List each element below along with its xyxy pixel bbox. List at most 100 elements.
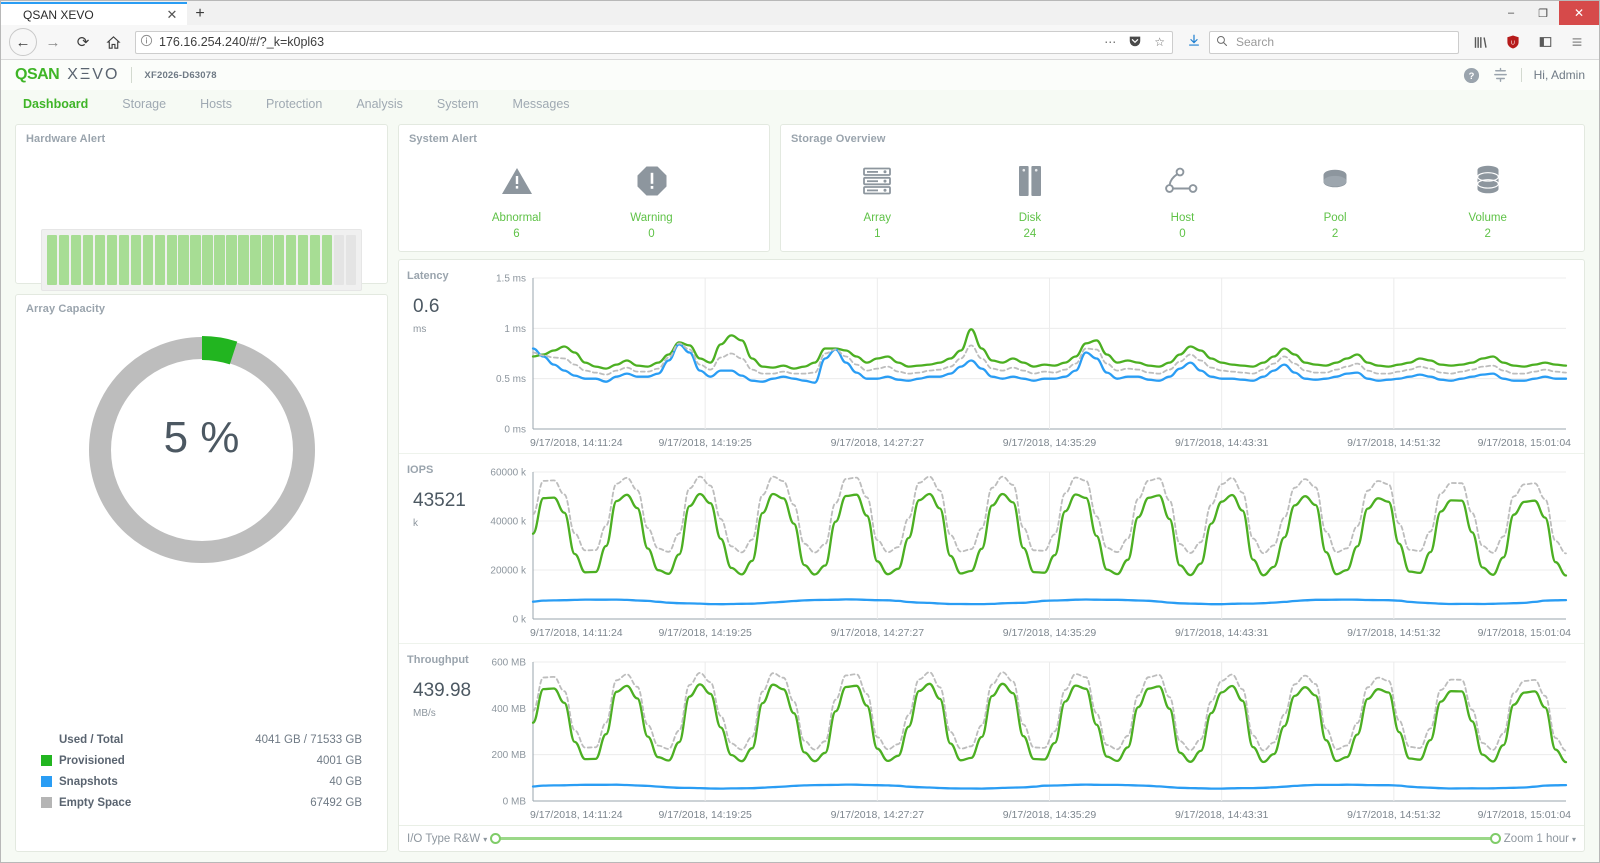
disk-bay[interactable] (166, 235, 177, 285)
disk-bay[interactable] (309, 235, 321, 285)
latency-chart-panel: Latency 0.6 ms 0 ms 0.5 ms 1 ms 1.5 ms 9/17/… (399, 260, 1584, 453)
tab-hosts[interactable]: Hosts (183, 90, 249, 118)
browser-tab[interactable]: QSAN XEVO ✕ (1, 2, 187, 25)
new-tab-button[interactable]: + (187, 3, 213, 25)
sidebar-icon[interactable] (1531, 28, 1559, 56)
pool-icon (1318, 159, 1352, 203)
stat-volume[interactable]: Volume 2 (1442, 159, 1534, 240)
tab-analysis[interactable]: Analysis (339, 90, 420, 118)
disk-bay[interactable] (333, 235, 345, 285)
tab-system[interactable]: System (420, 90, 496, 118)
stat-label: Abnormal (491, 212, 542, 224)
stat-disk[interactable]: Disk 24 (984, 159, 1076, 240)
disk-bay[interactable] (262, 235, 273, 285)
disk-bay[interactable] (190, 235, 201, 285)
disk-bay[interactable] (214, 235, 225, 285)
hardware-alert-card: Hardware Alert (15, 124, 388, 291)
disk-bay[interactable] (238, 235, 249, 285)
disk-enclosure (41, 229, 362, 291)
addon-shield-icon[interactable]: U (1499, 28, 1527, 56)
tab-dashboard[interactable]: Dashboard (15, 90, 105, 118)
back-icon[interactable]: ← (9, 28, 37, 56)
disk-bay[interactable] (298, 235, 309, 285)
stat-host[interactable]: Host 0 (1136, 159, 1228, 240)
tab-messages[interactable]: Messages (496, 90, 587, 118)
io-type-dropdown[interactable]: I/O Type R&W ▾ (407, 833, 487, 845)
library-icon[interactable] (1467, 28, 1495, 56)
menu-icon[interactable]: ≡ (1563, 28, 1591, 56)
disk-bay[interactable] (274, 235, 285, 285)
disk-bay[interactable] (154, 235, 165, 285)
disk-bay[interactable] (321, 235, 333, 285)
home-icon[interactable] (99, 28, 127, 56)
stat-array[interactable]: Array 1 (831, 159, 923, 240)
disk-bay[interactable] (47, 235, 58, 285)
system-alert-title: System Alert (409, 133, 478, 145)
minimize-button[interactable]: – (1495, 1, 1527, 25)
disk-bay[interactable] (94, 235, 106, 285)
disk-bay[interactable] (82, 235, 94, 285)
disk-bay[interactable] (178, 235, 189, 285)
stat-value: 0 (1179, 228, 1186, 240)
forward-icon[interactable]: → (39, 28, 67, 56)
brand-qsan: QSAN (15, 66, 60, 83)
download-icon[interactable] (1181, 33, 1207, 51)
help-icon[interactable]: ? (1463, 67, 1480, 84)
reload-icon[interactable]: ⟳ (69, 28, 97, 56)
svg-text:9/17/2018, 14:35:29: 9/17/2018, 14:35:29 (1003, 437, 1097, 449)
disk-bay[interactable] (226, 235, 237, 285)
stat-pool[interactable]: Pool 2 (1289, 159, 1381, 240)
slider-handle-right[interactable] (1489, 833, 1501, 844)
url-bar[interactable]: 176.16.254.240/#/?_k=k0pl63 ⋯ ☆ (135, 30, 1173, 54)
settings-icon[interactable] (1492, 67, 1509, 84)
tab-protection[interactable]: Protection (249, 90, 339, 118)
divider (1520, 68, 1522, 82)
throughput-chart[interactable]: 0 MB 200 MB 400 MB 600 MB 9/17/2018, 14:11:2… (471, 644, 1584, 825)
info-icon[interactable] (140, 34, 153, 50)
url-text: 176.16.254.240/#/?_k=k0pl63 (159, 35, 325, 49)
disk-bay[interactable] (202, 235, 213, 285)
disk-bay[interactable] (130, 235, 142, 285)
io-type-label: I/O Type R&W (407, 832, 481, 845)
stat-abnormal[interactable]: Abnormal 6 (471, 159, 563, 240)
disk-bay[interactable] (106, 235, 118, 285)
disk-bay[interactable] (142, 235, 153, 285)
pocket-icon[interactable] (1125, 34, 1145, 51)
main-nav-tabs: Dashboard Storage Hosts Protection Analy… (1, 90, 1599, 118)
disk-bay[interactable] (58, 235, 70, 285)
user-greeting[interactable]: Hi, Admin (1534, 68, 1585, 82)
page-actions-icon[interactable]: ⋯ (1101, 35, 1119, 49)
svg-text:U: U (1511, 40, 1515, 46)
throughput-value: 439.98 (413, 680, 472, 701)
throughput-chart-panel: Throughput 439.98 MB/s 0 MB 200 MB 400 MB 6… (399, 643, 1584, 825)
throughput-title: Throughput (407, 654, 469, 666)
close-window-button[interactable]: ✕ (1559, 1, 1599, 25)
performance-charts-card: Latency 0.6 ms 0 ms 0.5 ms 1 ms 1.5 ms 9/17/… (398, 259, 1585, 852)
stat-label: Volume (1468, 212, 1507, 224)
svg-text:9/17/2018, 14:11:24: 9/17/2018, 14:11:24 (530, 437, 623, 449)
bookmark-star-icon[interactable]: ☆ (1151, 35, 1168, 49)
disk-bay[interactable] (286, 235, 297, 285)
search-input[interactable] (1234, 34, 1452, 50)
search-bar[interactable] (1209, 30, 1459, 54)
tab-storage[interactable]: Storage (105, 90, 183, 118)
disk-bay[interactable] (345, 235, 357, 285)
close-icon[interactable]: ✕ (165, 8, 179, 22)
stat-warning[interactable]: Warning 0 (606, 159, 698, 240)
svg-text:9/17/2018, 14:51:32: 9/17/2018, 14:51:32 (1347, 437, 1441, 449)
iops-summary: IOPS 43521 k (399, 454, 471, 643)
zoom-dropdown[interactable]: Zoom 1 hour ▾ (1504, 833, 1576, 845)
disk-bay[interactable] (70, 235, 82, 285)
slider-handle-left[interactable] (490, 833, 502, 844)
disk-icon (1015, 159, 1045, 203)
capacity-legend: Used / Total 4041 GB / 71533 GB Provisione… (41, 729, 362, 813)
iops-chart[interactable]: 0 k 20000 k 40000 k 60000 k 9/17/2018, 14:11… (471, 454, 1584, 643)
storage-overview-items: Array 1 Disk 24 Host 0 Pool 2 Volume 2 (781, 145, 1584, 240)
chart-footer: I/O Type R&W ▾ Zoom 1 hour ▾ (399, 825, 1584, 851)
disk-bay[interactable] (118, 235, 130, 285)
latency-chart[interactable]: 0 ms 0.5 ms 1 ms 1.5 ms 9/17/2018, 14:11:24 9… (471, 260, 1584, 453)
error-octagon-icon (636, 159, 668, 203)
time-range-slider[interactable] (490, 833, 1501, 844)
disk-bay[interactable] (250, 235, 261, 285)
maximize-button[interactable]: ❐ (1527, 1, 1559, 25)
